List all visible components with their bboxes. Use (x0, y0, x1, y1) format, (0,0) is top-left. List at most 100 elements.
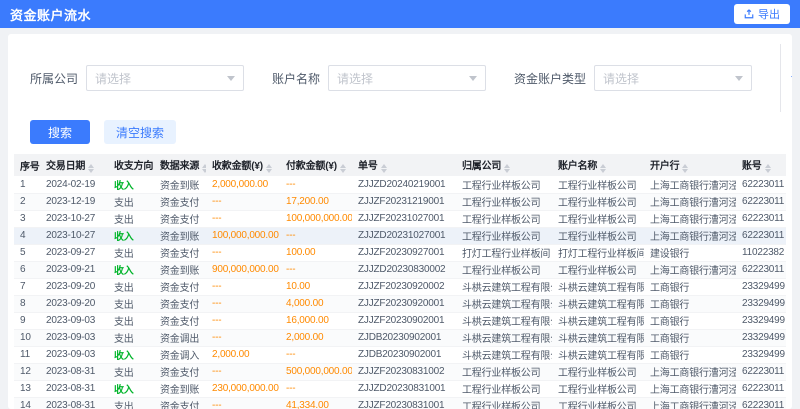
cell: ZJJZF20230920001 (352, 295, 456, 312)
table-row: 62023-09-21收入资金到账900,000,000.00---ZJJZD2… (14, 261, 786, 278)
cell: 工程行业样板公司 (456, 193, 552, 210)
cell: 资金到账 (154, 227, 206, 244)
cell: 资金支付 (154, 363, 206, 380)
flow-table: 序号交易日期收支方向数据来源 收款金额(¥) 付款金额(¥)单号归属公司账户名称 开户… (14, 154, 786, 409)
column-label: 数据来源 (160, 161, 199, 172)
cell: 62223011 (736, 176, 786, 193)
cell: 62223011 (736, 261, 786, 278)
sort-icon[interactable] (600, 164, 606, 173)
cell: 工程行业样板公司 (552, 176, 644, 193)
cell: --- (280, 227, 352, 244)
cell: 工程行业样板公司 (552, 397, 644, 409)
sort-icon[interactable] (202, 164, 206, 173)
cell: 10 (14, 329, 40, 346)
cell: 斗栱云建筑工程有限公司 (552, 295, 644, 312)
cell: 500,000,000.00 (280, 363, 352, 380)
table-row: 132023-08-31收入资金到账230,000,000.00---ZJJZD… (14, 380, 786, 397)
column-header-2[interactable]: 收支方向 (108, 154, 154, 176)
column-header-10[interactable]: 账号 (736, 154, 786, 176)
sort-icon[interactable] (504, 164, 510, 173)
cell: 斗栱云建筑工程有限公司 (456, 295, 552, 312)
filter-company-label: 所属公司 (30, 70, 78, 87)
content-card: 所属公司 请选择 账户名称 请选择 资金账户类型 请选择 展开筛选 搜索 (8, 34, 792, 409)
column-header-9[interactable]: 开户行 (644, 154, 736, 176)
column-label: 收款金额(¥) (212, 161, 263, 172)
sort-icon[interactable] (682, 164, 688, 173)
column-label: 账户名称 (558, 161, 597, 172)
cell: --- (206, 312, 280, 329)
filter-account-name-label: 账户名称 (272, 70, 320, 87)
sort-icon[interactable] (266, 164, 272, 173)
cell: 工程行业样板公司 (552, 261, 644, 278)
cell: 资金调入 (154, 346, 206, 363)
table-row: 72023-09-20支出资金支付---10.00ZJJZF2023092000… (14, 278, 786, 295)
account-name-select[interactable]: 请选择 (328, 65, 486, 91)
table-header-row: 序号交易日期收支方向数据来源 收款金额(¥) 付款金额(¥)单号归属公司账户名称 开户… (14, 154, 786, 176)
cell: 23329499 (736, 312, 786, 329)
column-header-3[interactable]: 数据来源 (154, 154, 206, 176)
cell: 资金支付 (154, 244, 206, 261)
filter-account-name: 账户名称 请选择 (272, 65, 486, 91)
column-header-7[interactable]: 归属公司 (456, 154, 552, 176)
cell: 62223011 (736, 210, 786, 227)
cell: 12 (14, 363, 40, 380)
export-button[interactable]: 导出 (734, 4, 790, 24)
cell: --- (206, 329, 280, 346)
cell: 支出 (108, 397, 154, 409)
search-button[interactable]: 搜索 (30, 120, 90, 144)
account-type-select[interactable]: 请选择 (594, 65, 752, 91)
flow-table-wrapper: 序号交易日期收支方向数据来源 收款金额(¥) 付款金额(¥)单号归属公司账户名称 开户… (14, 154, 786, 409)
company-select[interactable]: 请选择 (86, 65, 244, 91)
cell: 工程行业样板公司 (456, 176, 552, 193)
table-body: 12024-02-19收入资金到账2,000,000.00---ZJJZD202… (14, 176, 786, 409)
cell: 10.00 (280, 278, 352, 295)
sort-icon[interactable] (765, 164, 771, 173)
cell: 4 (14, 227, 40, 244)
cell: 41,334.00 (280, 397, 352, 409)
column-header-8[interactable]: 账户名称 (552, 154, 644, 176)
cell: ZJJZD20230831001 (352, 380, 456, 397)
cell: 8 (14, 295, 40, 312)
page-header: 资金账户流水 导出 (0, 0, 800, 28)
sort-icon[interactable] (88, 164, 94, 173)
column-header-1[interactable]: 交易日期 (40, 154, 108, 176)
table-row: 102023-09-03支出资金调出---2,000.00ZJDB2023090… (14, 329, 786, 346)
table-row: 82023-09-20支出资金支付---4,000.00ZJJZF2023092… (14, 295, 786, 312)
column-header-6[interactable]: 单号 (352, 154, 456, 176)
cell: 工程行业样板公司 (456, 363, 552, 380)
cell: ZJJZF20231027001 (352, 210, 456, 227)
cell: ZJJZF20230902001 (352, 312, 456, 329)
table-row: 122023-08-31支出资金支付---500,000,000.00ZJJZF… (14, 363, 786, 380)
sort-icon[interactable] (340, 164, 346, 173)
cell: ZJJZF20230920002 (352, 278, 456, 295)
cell: 资金支付 (154, 210, 206, 227)
cell: 打灯工程行业样板间 (552, 244, 644, 261)
cell: 2023-08-31 (40, 380, 108, 397)
cell: 斗栱云建筑工程有限公司 (456, 329, 552, 346)
clear-search-button[interactable]: 清空搜索 (104, 120, 176, 144)
column-label: 序号 (20, 162, 40, 173)
cell: 支出 (108, 278, 154, 295)
cell: ZJJZF20231219001 (352, 193, 456, 210)
cell: 2023-09-03 (40, 346, 108, 363)
account-name-select-placeholder: 请选择 (337, 70, 373, 87)
cell: 工商银行 (644, 295, 736, 312)
column-label: 收支方向 (114, 161, 153, 172)
sort-icon[interactable] (381, 164, 387, 173)
cell: 上海工商银行漕河泾支行 (644, 227, 736, 244)
cell: 斗栱云建筑工程有限公司 (456, 346, 552, 363)
table-row: 12024-02-19收入资金到账2,000,000.00---ZJJZD202… (14, 176, 786, 193)
column-header-5[interactable]: 付款金额(¥) (280, 154, 352, 176)
cell: ZJDB20230902001 (352, 346, 456, 363)
cell: 斗栱云建筑工程有限公司 (552, 278, 644, 295)
column-header-4[interactable]: 收款金额(¥) (206, 154, 280, 176)
expand-filters-toggle[interactable]: 展开筛选 (780, 44, 792, 112)
cell: --- (206, 363, 280, 380)
company-select-placeholder: 请选择 (95, 70, 131, 87)
table-row: 112023-09-03收入资金调入2,000.00---ZJDB2023090… (14, 346, 786, 363)
cell: 17,200.00 (280, 193, 352, 210)
cell: 上海工商银行漕河泾支行 (644, 380, 736, 397)
cell: 11022382 (736, 244, 786, 261)
cell: 斗栱云建筑工程有限公司 (552, 346, 644, 363)
cell: 工程行业样板公司 (456, 261, 552, 278)
